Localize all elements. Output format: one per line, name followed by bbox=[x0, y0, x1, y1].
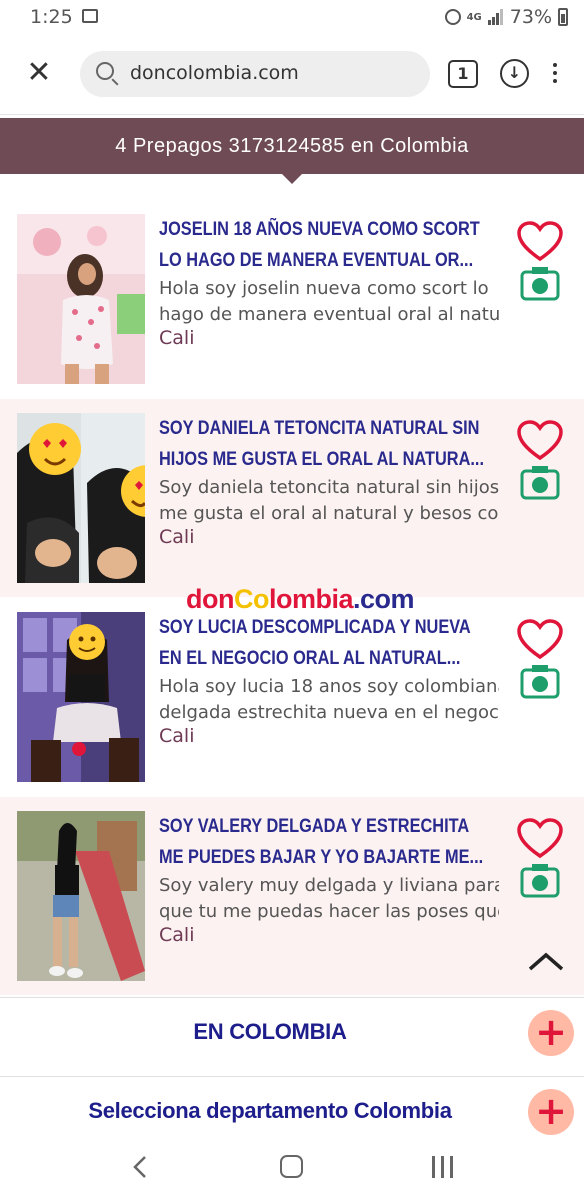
camera-icon[interactable] bbox=[520, 464, 560, 500]
listing-title[interactable]: SOY LUCIA DESCOMPLICADA Y NUEVA EN EL NE… bbox=[159, 612, 499, 674]
listing-city: Cali bbox=[159, 924, 195, 946]
department-section-label[interactable]: Selecciona departamento Colombia bbox=[0, 1098, 540, 1124]
country-section-label[interactable]: EN COLOMBIA bbox=[0, 1019, 540, 1045]
status-time: 1:25 bbox=[30, 6, 73, 28]
home-icon[interactable] bbox=[280, 1155, 303, 1178]
heart-icon[interactable] bbox=[516, 419, 564, 461]
listing-description: Hola soy lucia 18 anos soy colombiana de… bbox=[159, 676, 499, 723]
chevron-up-icon[interactable] bbox=[524, 947, 568, 975]
list-item[interactable]: SOY DANIELA TETONCITA NATURAL SIN HIJOS … bbox=[0, 399, 584, 597]
list-item[interactable]: JOSELIN 18 AÑOS NUEVA COMO SCORT LO HAGO… bbox=[0, 200, 584, 398]
network-type-label: 4G bbox=[466, 11, 482, 23]
more-menu-icon[interactable] bbox=[548, 60, 562, 90]
battery-icon bbox=[558, 8, 568, 26]
listing-photo[interactable] bbox=[17, 612, 145, 782]
listing-photo[interactable] bbox=[17, 214, 145, 384]
expand-plus-icon[interactable]: + bbox=[528, 1089, 574, 1135]
close-icon[interactable]: ✕ bbox=[24, 58, 54, 88]
browser-toolbar: ✕ doncolombia.com 1 ↓ bbox=[0, 34, 584, 115]
camera-icon[interactable] bbox=[520, 265, 560, 301]
page-title-banner: 4 Prepagos 3173124585 en Colombia bbox=[0, 118, 584, 184]
camera-icon[interactable] bbox=[520, 862, 560, 898]
expand-plus-icon[interactable]: + bbox=[528, 1010, 574, 1056]
address-bar[interactable]: doncolombia.com bbox=[80, 51, 430, 97]
listing-description: Soy daniela tetoncita natural sin hijos … bbox=[159, 477, 499, 524]
listing-description: Hola soy joselin nueva como scort lo hag… bbox=[159, 278, 499, 325]
list-item[interactable]: SOY VALERY DELGADA Y ESTRECHITA ME PUEDE… bbox=[0, 797, 584, 995]
banner-pointer bbox=[282, 174, 302, 184]
heart-icon[interactable] bbox=[516, 817, 564, 859]
camera-icon[interactable] bbox=[520, 663, 560, 699]
listing-photo[interactable] bbox=[17, 811, 145, 981]
listing-city: Cali bbox=[159, 327, 195, 349]
download-icon[interactable]: ↓ bbox=[500, 59, 529, 88]
listing-city: Cali bbox=[159, 725, 195, 747]
heart-icon[interactable] bbox=[516, 618, 564, 660]
alarm-icon bbox=[444, 9, 461, 25]
back-icon[interactable] bbox=[128, 1154, 152, 1180]
status-bar: 1:25 4G 73% bbox=[0, 0, 584, 34]
listing-photo[interactable] bbox=[17, 413, 145, 583]
listing-description: Soy valery muy delgada y liviana para qu… bbox=[159, 875, 499, 922]
status-right: 4G 73% bbox=[444, 6, 568, 28]
heart-icon[interactable] bbox=[516, 220, 564, 262]
battery-percent: 73% bbox=[509, 6, 552, 28]
url-text: doncolombia.com bbox=[130, 62, 299, 84]
search-icon bbox=[96, 62, 114, 80]
signal-icon bbox=[487, 9, 504, 25]
list-item[interactable]: SOY LUCIA DESCOMPLICADA Y NUEVA EN EL NE… bbox=[0, 598, 584, 796]
listing-title[interactable]: SOY VALERY DELGADA Y ESTRECHITA ME PUEDE… bbox=[159, 811, 499, 873]
listing-city: Cali bbox=[159, 526, 195, 548]
country-section[interactable]: EN COLOMBIA + bbox=[0, 997, 584, 1076]
page-title: 4 Prepagos 3173124585 en Colombia bbox=[115, 135, 469, 157]
recents-icon[interactable] bbox=[432, 1156, 456, 1178]
site-watermark: donColombia.com bbox=[186, 584, 415, 614]
listing-title[interactable]: SOY DANIELA TETONCITA NATURAL SIN HIJOS … bbox=[159, 413, 499, 475]
listing-title[interactable]: JOSELIN 18 AÑOS NUEVA COMO SCORT LO HAGO… bbox=[159, 214, 499, 276]
image-notification-icon bbox=[82, 9, 98, 23]
system-navigation-bar bbox=[0, 1136, 584, 1200]
tab-count-button[interactable]: 1 bbox=[448, 60, 478, 88]
